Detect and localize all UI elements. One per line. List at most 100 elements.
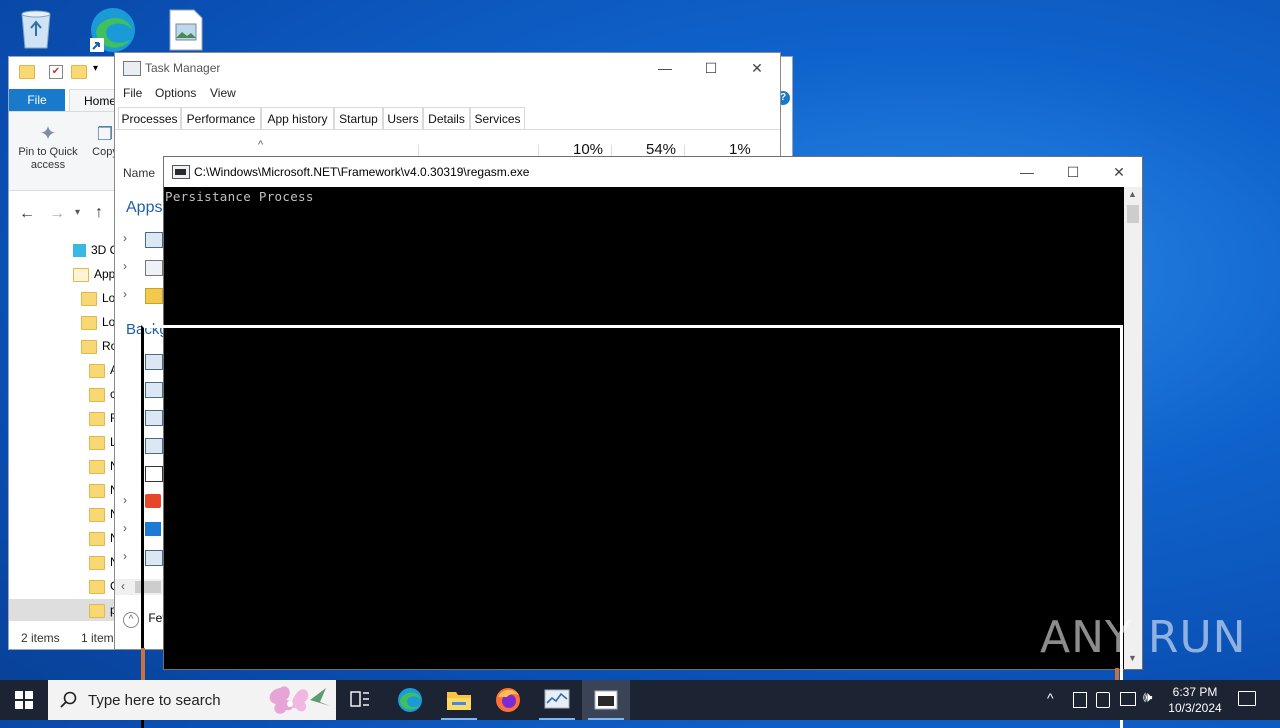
volume-icon[interactable]: 🕪	[1143, 689, 1152, 706]
up-arrow-icon[interactable]: ↑	[95, 204, 103, 222]
tab-details[interactable]: Details	[423, 107, 470, 129]
close-button[interactable]: ✕	[1096, 157, 1142, 187]
tab-services[interactable]: Services	[470, 107, 525, 129]
tree-item-3d-objects[interactable]: 3D O	[73, 239, 119, 261]
selection-rectangle	[141, 325, 1123, 728]
folder-icon	[89, 603, 105, 618]
folder-icon	[81, 315, 97, 330]
menu-file[interactable]: File	[123, 86, 142, 100]
tree-item[interactable]: Lo	[81, 311, 115, 333]
scroll-thumb[interactable]	[1127, 205, 1139, 223]
windows-logo-icon	[15, 691, 33, 709]
expand-chevron-icon[interactable]: ›	[123, 521, 127, 535]
tree-item-appdata[interactable]: App	[73, 263, 115, 285]
task-manager-icon	[123, 61, 141, 76]
menu-view[interactable]: View	[210, 86, 236, 100]
recent-dropdown-icon[interactable]: ▾	[75, 207, 80, 218]
maximize-button[interactable]: ☐	[688, 53, 734, 83]
title-bar[interactable]: C:\Windows\Microsoft.NET\Framework\v4.0.…	[164, 157, 1142, 187]
properties-icon[interactable]: ✔	[49, 65, 63, 79]
selected-count: 1 item	[81, 631, 114, 645]
notifications-icon[interactable]	[1238, 691, 1256, 706]
tab-processes[interactable]: Processes	[118, 107, 181, 129]
explorer-row-icon	[145, 288, 163, 304]
item-count: 2 items	[21, 631, 60, 645]
taskbar-task-manager[interactable]	[533, 680, 581, 720]
cube-icon	[73, 244, 86, 258]
tree-item[interactable]: L	[89, 431, 117, 453]
tree-item[interactable]: Lo	[81, 287, 115, 309]
expand-chevron-icon[interactable]: ›	[123, 549, 127, 563]
minimize-button[interactable]: —	[1004, 157, 1050, 187]
folder-icon	[89, 555, 105, 570]
start-button[interactable]	[0, 680, 48, 720]
edge-icon	[398, 688, 422, 712]
clock[interactable]: 6:37 PM 10/3/2024	[1160, 684, 1230, 716]
firefox-icon	[496, 688, 520, 712]
task-view-button[interactable]	[336, 680, 384, 720]
tray-app-icon[interactable]	[1073, 692, 1087, 708]
app-window-icon	[145, 232, 163, 248]
folder-icon	[89, 483, 105, 498]
expand-chevron-icon[interactable]: ›	[123, 493, 127, 507]
folder-icon	[89, 507, 105, 522]
expand-chevron-icon[interactable]: ›	[123, 231, 127, 245]
expand-chevron-icon[interactable]: ›	[123, 287, 127, 301]
selection-edge-marker	[141, 648, 145, 680]
title-bar[interactable]: Task Manager — ☐ ✕	[115, 53, 780, 83]
tab-app-history[interactable]: App history	[261, 107, 334, 129]
network-icon[interactable]	[1120, 692, 1136, 706]
apps-group-header: Apps	[126, 199, 163, 216]
tab-users[interactable]: Users	[383, 107, 423, 129]
console-window-icon	[594, 690, 618, 710]
pin-to-quick-access-button[interactable]: ✦ Pin to Quick access	[13, 122, 83, 172]
edge-shortcut-icon[interactable]	[88, 6, 135, 52]
scroll-left-icon[interactable]: ‹	[121, 579, 125, 593]
folder-icon	[89, 459, 105, 474]
taskbar-edge[interactable]	[386, 680, 434, 720]
tab-startup[interactable]: Startup	[334, 107, 383, 129]
tree-item[interactable]: c	[89, 383, 116, 405]
back-arrow-icon[interactable]: ←	[19, 205, 35, 223]
folder-icon	[89, 411, 105, 426]
menu-bar: File Options View	[115, 83, 780, 103]
maximize-button[interactable]: ☐	[1050, 157, 1096, 187]
tab-file[interactable]: File	[9, 89, 65, 111]
search-placeholder: Type here to search	[88, 692, 221, 709]
clock-time: 6:37 PM	[1172, 685, 1218, 699]
recycle-bin-icon[interactable]	[14, 6, 58, 50]
vertical-scrollbar[interactable]: ▲ ▼	[1124, 187, 1142, 669]
console-app-icon	[172, 165, 190, 179]
folder-icon	[447, 692, 471, 710]
folder-icon	[89, 531, 105, 546]
close-button[interactable]: ✕	[734, 53, 780, 83]
new-folder-icon[interactable]	[71, 65, 87, 79]
taskbar-firefox[interactable]	[484, 680, 532, 720]
image-file-icon[interactable]	[168, 8, 212, 52]
task-view-icon	[350, 691, 369, 707]
search-box[interactable]: Type here to search	[48, 680, 336, 720]
window-title: C:\Windows\Microsoft.NET\Framework\v4.0.…	[194, 165, 530, 179]
chevron-down-icon[interactable]: ▾	[93, 63, 98, 74]
taskbar-file-explorer[interactable]	[435, 680, 483, 720]
tray-device-icon[interactable]	[1096, 692, 1110, 708]
folder-icon	[73, 267, 89, 282]
taskbar-console[interactable]	[582, 680, 630, 720]
folder-icon	[89, 579, 105, 594]
expand-chevron-icon[interactable]: ›	[123, 259, 127, 273]
folder-icon	[89, 435, 105, 450]
minimize-button[interactable]: —	[642, 53, 688, 83]
show-hidden-icons-chevron-icon[interactable]: ^	[1047, 690, 1054, 706]
name-column-header[interactable]: Name	[123, 166, 155, 180]
tab-performance[interactable]: Performance	[181, 107, 261, 129]
search-icon	[60, 691, 77, 708]
selection-edge-marker	[1115, 668, 1119, 680]
tree-item[interactable]: Ro	[81, 335, 117, 357]
window-title: Task Manager	[145, 61, 221, 75]
folder-icon	[89, 387, 105, 402]
forward-arrow-icon[interactable]: →	[49, 205, 65, 223]
taskbar: Type here to search ^ 🕪 6:37 PM 10/3/202…	[0, 680, 1280, 720]
scroll-up-icon[interactable]: ▲	[1128, 189, 1137, 199]
menu-options[interactable]: Options	[155, 86, 196, 100]
folder-icon	[89, 363, 105, 378]
